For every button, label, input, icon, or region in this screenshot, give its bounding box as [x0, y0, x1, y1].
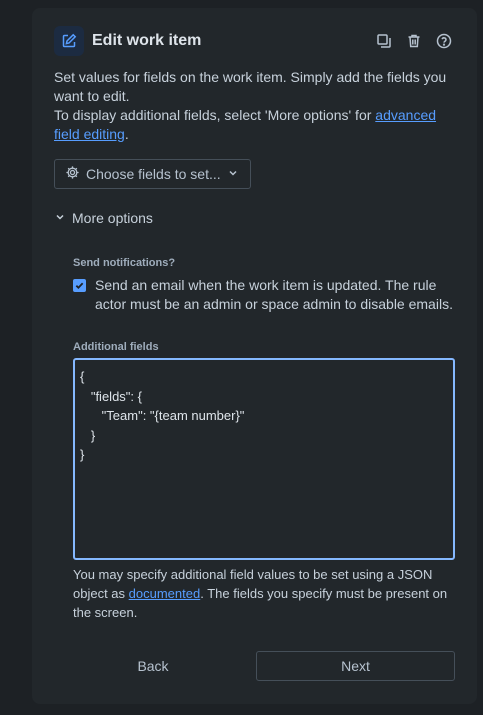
- back-button[interactable]: Back: [73, 651, 233, 681]
- send-notifications-row: Send an email when the work item is upda…: [73, 276, 453, 313]
- chevron-down-icon: [227, 166, 239, 182]
- panel-header: Edit work item: [54, 26, 454, 56]
- description-line-2: To display additional fields, select 'Mo…: [54, 106, 454, 144]
- additional-fields-label: Additional fields: [73, 341, 159, 353]
- description-line-2-text: To display additional fields, select 'Mo…: [54, 107, 376, 123]
- more-options-toggle[interactable]: More options: [54, 210, 153, 226]
- edit-icon: [54, 26, 84, 56]
- description: Set values for fields on the work item. …: [54, 68, 454, 144]
- gear-icon: [65, 165, 80, 183]
- documented-link[interactable]: documented: [129, 586, 201, 601]
- chevron-down-icon: [54, 210, 66, 226]
- additional-fields-helper: You may specify additional field values …: [73, 565, 458, 622]
- next-button[interactable]: Next: [256, 651, 455, 681]
- header-actions: [374, 30, 454, 52]
- copy-icon[interactable]: [374, 30, 394, 52]
- choose-fields-label: Choose fields to set...: [86, 166, 221, 182]
- description-line-1: Set values for fields on the work item. …: [54, 69, 447, 104]
- help-icon[interactable]: [434, 30, 454, 52]
- more-options-label: More options: [72, 210, 153, 226]
- additional-fields-input[interactable]: { "fields": { "Team": "{team number}" } …: [73, 358, 455, 560]
- page-title: Edit work item: [92, 32, 202, 49]
- trash-icon[interactable]: [404, 30, 424, 52]
- edit-work-item-panel: Edit work item Set values for fields on …: [32, 8, 477, 704]
- send-notifications-text: Send an email when the work item is upda…: [95, 277, 453, 312]
- choose-fields-button[interactable]: Choose fields to set...: [54, 159, 251, 189]
- description-line-2-suffix: .: [124, 126, 129, 142]
- send-notifications-label: Send notifications?: [73, 257, 176, 269]
- send-notifications-checkbox[interactable]: [73, 279, 86, 292]
